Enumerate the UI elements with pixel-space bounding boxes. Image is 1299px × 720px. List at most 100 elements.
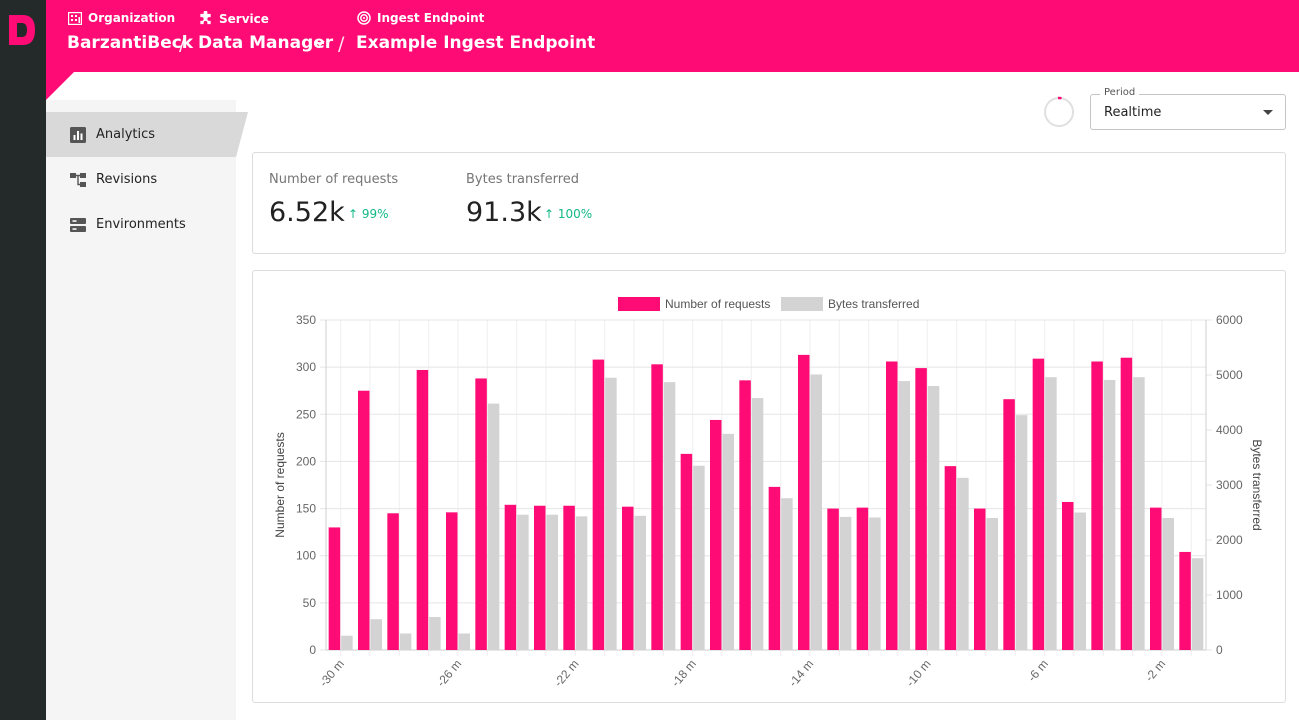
x-tick-label: -18 m	[669, 657, 699, 690]
breadcrumb-org-label-text: Organization	[88, 11, 176, 25]
bar-requests	[1032, 358, 1045, 650]
y-right-tick-label: 4000	[1216, 423, 1243, 437]
breadcrumb-service-link[interactable]: Data Manager	[198, 33, 333, 53]
bar-chart-icon	[70, 126, 86, 143]
bar-bytes	[722, 433, 734, 650]
bar-requests	[739, 380, 751, 650]
tree-icon	[70, 172, 86, 187]
bar-bytes	[986, 518, 998, 650]
y-left-tick-label: 0	[309, 643, 316, 657]
bar-bytes	[927, 386, 940, 650]
y-left-tick-label: 200	[296, 454, 316, 468]
period-select-label: Period	[1100, 87, 1140, 98]
bar-bytes	[341, 635, 353, 650]
bar-requests	[1003, 399, 1015, 650]
puzzle-icon	[200, 11, 211, 25]
bar-bytes	[810, 374, 822, 650]
app-logo[interactable]	[7, 13, 37, 47]
bar-bytes	[1162, 518, 1174, 650]
bar-bytes	[458, 633, 470, 650]
bar-bytes	[869, 517, 881, 650]
bar-bytes	[605, 377, 617, 650]
y-left-tick-label: 50	[303, 596, 317, 610]
bar-bytes	[546, 514, 558, 650]
y-right-tick-label: 5000	[1216, 368, 1243, 382]
stats-card: Number of requests 6.52k ↑ 99% Bytes tra…	[252, 152, 1286, 254]
bar-bytes	[751, 398, 764, 650]
sidebar-item-label: Analytics	[96, 127, 156, 142]
y-right-tick-label: 0	[1216, 643, 1223, 657]
bar-requests	[1120, 357, 1133, 650]
caret-down-icon	[1263, 110, 1273, 115]
bar-bytes	[634, 515, 646, 650]
y-left-tick-label: 150	[296, 502, 316, 516]
breadcrumb-service-label-text: Service	[219, 11, 269, 26]
legend-swatch-requests	[618, 297, 660, 311]
chart-card: 0 50 100 150 200 250 300 350 0 1000 2000 3000 4000 50…	[252, 270, 1286, 703]
bar-requests	[563, 505, 575, 650]
x-tick-label: -2 m	[1142, 657, 1168, 684]
legend-label-requests: Number of requests	[665, 297, 770, 311]
breadcrumb-separator: /	[179, 33, 186, 55]
breadcrumb-org-label: Organization	[68, 11, 175, 25]
sidebar: Analytics Revisions Environments	[46, 100, 248, 720]
bar-bytes	[1015, 415, 1028, 650]
bar-requests	[328, 527, 341, 650]
stat-delta-value: 100%	[557, 207, 593, 221]
bar-bytes	[399, 633, 412, 650]
server-icon	[70, 217, 86, 232]
bar-requests	[592, 359, 605, 650]
breadcrumb-endpoint-link[interactable]: Example Ingest Endpoint	[356, 33, 595, 53]
bar-requests	[534, 505, 546, 650]
bar-bytes	[898, 381, 910, 650]
bar-bytes	[693, 465, 705, 650]
chevron-down-icon[interactable]	[314, 37, 326, 49]
header-notch	[46, 72, 74, 100]
bar-bytes	[370, 619, 382, 650]
bar-bytes	[1045, 377, 1057, 650]
bar-requests	[651, 364, 663, 650]
y-left-axis-title: Number of requests	[273, 432, 287, 537]
bar-requests	[944, 466, 957, 650]
sidebar-item-environments[interactable]: Environments	[46, 202, 236, 247]
stat-delta: ↑ 99%	[348, 207, 389, 221]
bar-bytes	[487, 403, 500, 650]
bar-chart: 0 50 100 150 200 250 300 350 0 1000 2000 3000 4000 50…	[273, 297, 1264, 690]
period-select[interactable]: Period Realtime	[1090, 87, 1286, 130]
bar-requests	[974, 508, 986, 650]
app-rail	[0, 0, 46, 720]
bar-requests	[768, 486, 781, 650]
bar-bytes	[1133, 377, 1145, 650]
bar-requests	[710, 419, 722, 650]
bar-bytes	[1103, 379, 1116, 650]
bar-requests	[1179, 551, 1191, 650]
x-tick-label: -6 m	[1025, 657, 1051, 684]
sidebar-item-analytics[interactable]: Analytics	[46, 112, 248, 157]
breadcrumb-endpoint-label-text: Ingest Endpoint	[377, 11, 485, 25]
legend-label-bytes: Bytes transferred	[828, 297, 919, 311]
sidebar-item-label: Environments	[96, 217, 186, 232]
loading-spinner-icon	[1044, 96, 1074, 127]
bar-bytes	[663, 382, 676, 650]
x-tick-label: -10 m	[903, 657, 933, 690]
bar-bytes	[429, 617, 441, 650]
x-tick-label: -26 m	[434, 657, 464, 690]
y-left-tick-label: 100	[296, 549, 316, 563]
period-select-value: Realtime	[1104, 105, 1162, 120]
bar-bytes	[781, 498, 793, 650]
y-left-tick-label: 300	[296, 360, 316, 374]
bar-requests	[1091, 361, 1103, 650]
bar-requests	[915, 368, 927, 650]
sidebar-item-revisions[interactable]: Revisions	[46, 157, 236, 202]
x-tick-label: -30 m	[317, 657, 347, 690]
bar-bytes	[1074, 512, 1086, 650]
stat-value: 6.52k	[269, 197, 345, 228]
y-right-tick-label: 2000	[1216, 533, 1243, 547]
bar-requests	[446, 512, 458, 650]
bar-bytes	[839, 516, 852, 650]
y-right-tick-label: 3000	[1216, 478, 1243, 492]
breadcrumb-org-link[interactable]: BarzantiBeck	[67, 33, 193, 53]
stat-delta-value: 99%	[361, 207, 389, 221]
y-left-tick-label: 350	[296, 313, 316, 327]
stat-delta: ↑ 100%	[544, 207, 593, 221]
